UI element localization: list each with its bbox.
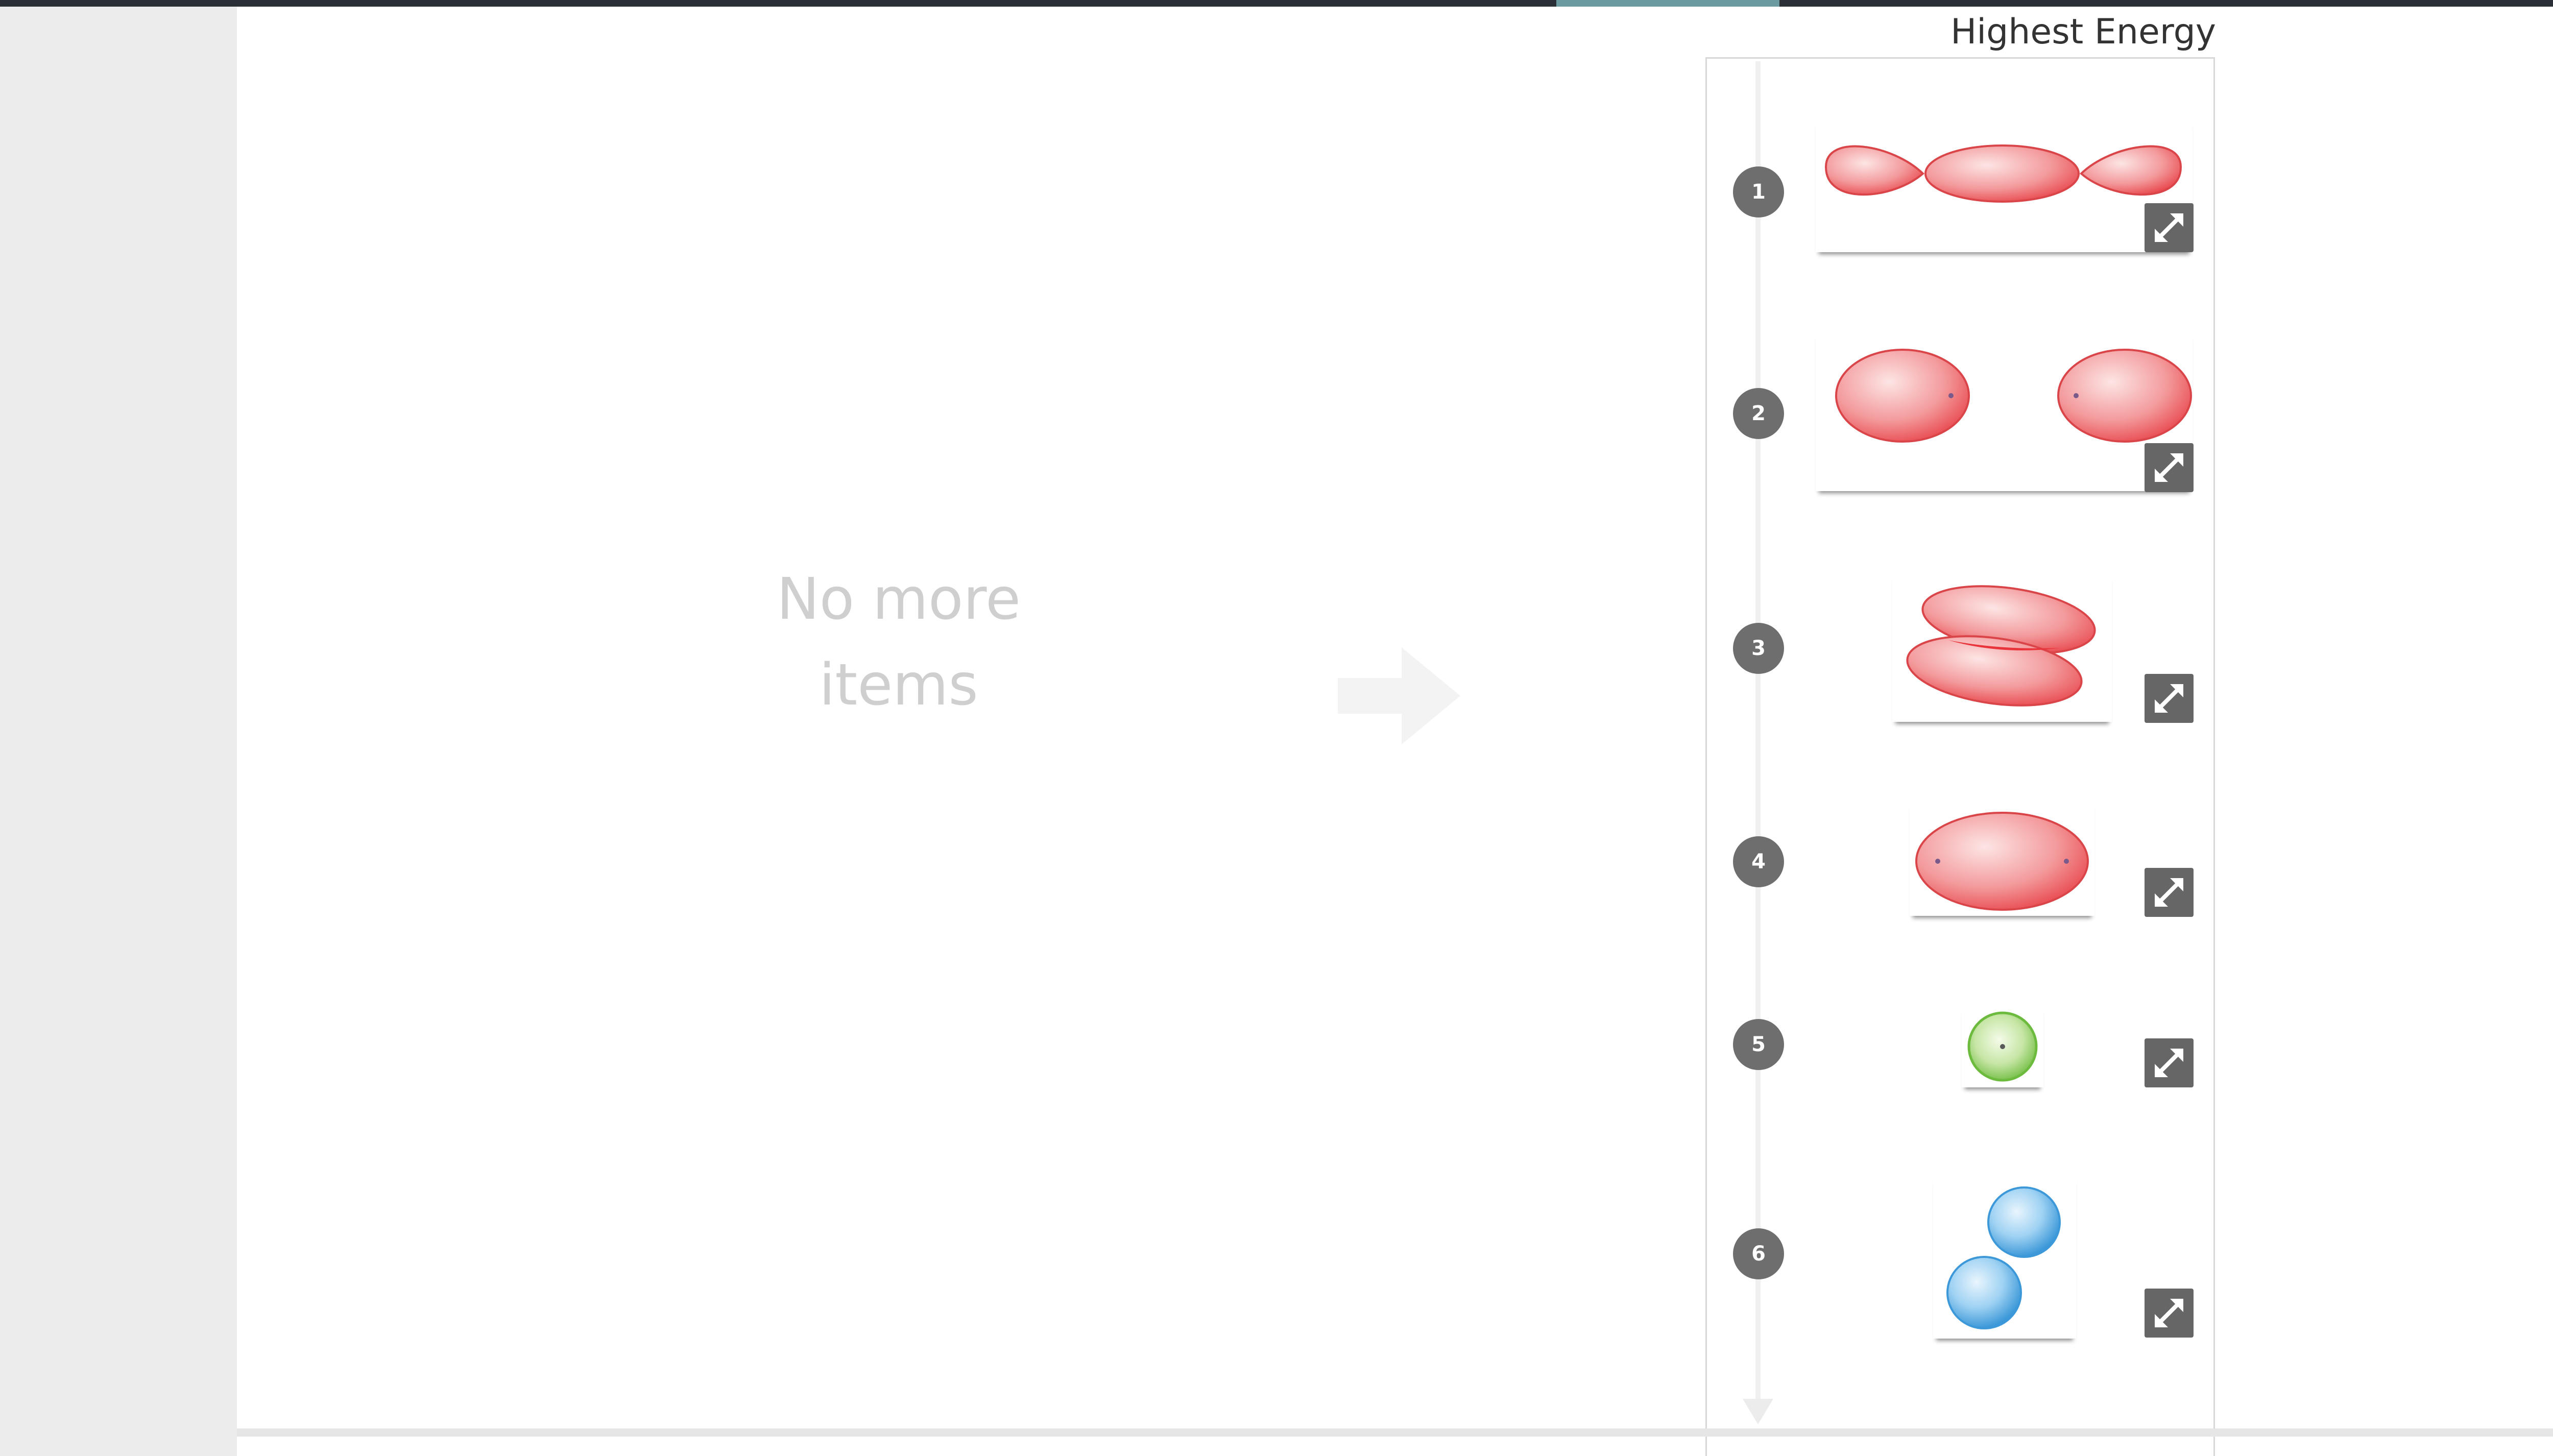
arrow-right-icon [1338, 647, 1460, 744]
expand-icon [2155, 1299, 2183, 1327]
sigma-star-p-orbital-icon [1824, 144, 2182, 203]
p-orbital-icon [1946, 1186, 2061, 1329]
rank-badge-6: 6 [1733, 1228, 1784, 1279]
expand-icon [2155, 453, 2183, 482]
rank-badge-1: 1 [1733, 166, 1784, 217]
expand-icon [2155, 213, 2183, 242]
top-bar [0, 0, 2553, 7]
expand-button-4[interactable] [2145, 868, 2194, 917]
s-orbital-icon [1967, 1011, 2038, 1082]
rank-badge-5: 5 [1733, 1019, 1784, 1070]
pi-orbital-icon [1906, 585, 2096, 707]
rank-badge-3: 3 [1733, 623, 1784, 674]
empty-line-2: items [819, 652, 978, 718]
ranking-track [1755, 61, 1761, 1404]
sigma-orbital-icon [1915, 812, 2089, 911]
orbital-card-6[interactable] [1933, 1175, 2076, 1339]
orbital-card-1[interactable] [1816, 118, 2193, 252]
expand-button-5[interactable] [2145, 1038, 2194, 1087]
source-empty-message: No more items [664, 556, 1134, 728]
track-arrow-down-icon [1743, 1399, 1773, 1426]
expand-button-1[interactable] [2145, 203, 2194, 252]
empty-line-1: No more [776, 566, 1021, 633]
left-gutter [0, 7, 237, 1456]
expand-icon [2155, 684, 2183, 713]
top-bar-accent [1556, 0, 1779, 7]
sigma-star-s-orbital-icon [1835, 349, 2192, 443]
orbital-card-3[interactable] [1892, 574, 2112, 722]
expand-icon [2155, 878, 2183, 907]
rank-badge-2: 2 [1733, 388, 1784, 439]
bottom-divider [237, 1428, 2553, 1437]
orbital-card-2[interactable] [1816, 332, 2193, 491]
expand-button-3[interactable] [2145, 674, 2194, 723]
expand-icon [2155, 1049, 2183, 1077]
expand-button-2[interactable] [2145, 443, 2194, 492]
orbital-card-5[interactable] [1962, 1006, 2043, 1087]
expand-button-6[interactable] [2145, 1289, 2194, 1338]
rank-badge-4: 4 [1733, 836, 1784, 887]
app-page: No more items Highest Energy 1 2 3 4 5 6 [0, 0, 2553, 1456]
panel-title: Highest Energy [1950, 12, 2216, 52]
orbital-card-4[interactable] [1910, 803, 2094, 916]
